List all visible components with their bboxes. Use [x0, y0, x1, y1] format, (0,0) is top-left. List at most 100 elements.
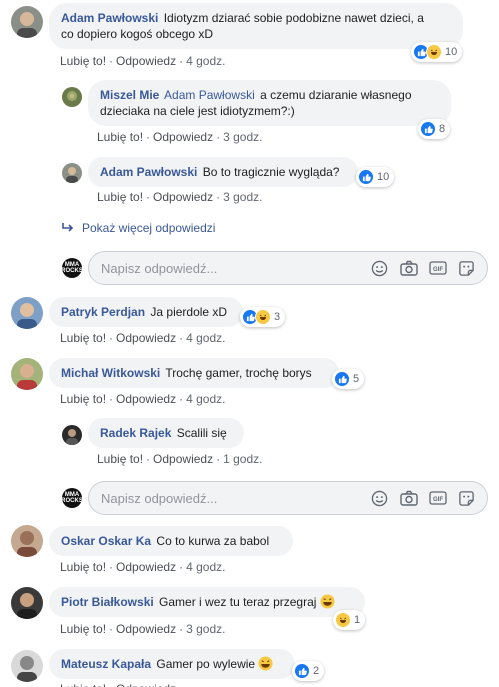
like-button[interactable]: Lubię to! [97, 130, 143, 144]
avatar[interactable] [62, 87, 82, 107]
reaction-summary[interactable]: 10 [356, 167, 395, 187]
comment-text: Scalili się [176, 426, 227, 440]
like-reaction-icon [420, 121, 436, 137]
sticker-icon[interactable] [456, 258, 477, 279]
avatar[interactable] [11, 6, 43, 38]
mention-link[interactable]: Adam Pawłowski [164, 88, 255, 102]
emoji-icon[interactable] [369, 488, 390, 509]
timestamp[interactable]: 4 godz. [186, 331, 225, 345]
reply-button[interactable]: Odpowiedz [116, 331, 176, 345]
comment-author[interactable]: Patryk Perdjan [61, 305, 145, 319]
comment-actions: Lubię to! · Odpowiedz · 3 godz. [97, 130, 263, 144]
comment-actions: Lubię to! · Odpowiedz · 4 godz. [60, 331, 226, 345]
like-button[interactable]: Lubię to! [60, 560, 106, 574]
avatar[interactable] [11, 650, 43, 682]
comment-text: Ja pierdole xD [150, 305, 228, 319]
reply-button[interactable]: Odpowiedz [153, 130, 213, 144]
grinning-emoji-icon [320, 594, 335, 613]
reaction-count: 2 [313, 665, 320, 677]
mma-rocks-logo: MMA ROCKS [61, 258, 83, 278]
like-button[interactable]: Lubię to! [60, 682, 106, 687]
timestamp[interactable]: 3 godz. [223, 190, 262, 204]
avatar[interactable] [11, 525, 43, 557]
timestamp[interactable]: 4 godz. [186, 392, 225, 406]
reply-button[interactable]: Odpowiedz [116, 622, 176, 636]
comment-author[interactable]: Michał Witkowski [61, 366, 160, 380]
comment-text: Gamer po wylewie [156, 657, 256, 671]
haha-reaction-icon [335, 612, 351, 628]
comment-author[interactable]: Oskar Oskar Ka [61, 534, 151, 548]
comment-actions: Lubię to! · Odpowiedz · 4 godz. [60, 54, 226, 68]
comment-actions: Lubię to! · Odpowiedz · 4 godz. [60, 560, 226, 574]
comment-author[interactable]: Adam Pawłowski [100, 165, 197, 179]
reply-button[interactable]: Odpowiedz [116, 560, 176, 574]
emoji-icon[interactable] [369, 258, 390, 279]
avatar[interactable] [11, 297, 43, 329]
comment-bubble: Adam Pawłowski Idiotyzm dziarać sobie po… [49, 3, 463, 49]
reaction-count: 5 [353, 373, 360, 385]
timestamp[interactable]: 3 godz. [186, 622, 225, 636]
show-more-replies-link[interactable]: Pokaż więcej odpowiedzi [62, 221, 215, 235]
avatar[interactable] [62, 425, 82, 445]
comment-author[interactable]: Mateusz Kapała [61, 657, 151, 671]
reaction-summary[interactable]: 5 [332, 369, 365, 389]
avatar[interactable] [11, 358, 43, 390]
timestamp[interactable]: 4 godz. [186, 54, 225, 68]
comment-author[interactable]: Adam Pawłowski [61, 11, 158, 25]
comment-text: a czemu dziaranie własnego [260, 88, 412, 102]
comment-actions: Lubię to! · Odpowiedz · 3 godz. [97, 190, 263, 204]
reply-button[interactable]: Odpowiedz [153, 190, 213, 204]
comment-text: dzieciaka na ciele jest idiotyzmem?:) [100, 104, 295, 118]
comment-text: Trochę gamer, trochę borys [165, 366, 312, 380]
comment-actions: Lubię to! · Odpowiedz · 3 godz. [60, 622, 226, 636]
reply-button[interactable]: Odpowiedz [116, 682, 176, 687]
like-button[interactable]: Lubię to! [97, 452, 143, 466]
like-button[interactable]: Lubię to! [60, 622, 106, 636]
haha-reaction-icon [255, 309, 271, 325]
comment-actions: Lubię to! · Odpowiedz · 4 godz. [60, 392, 226, 406]
reply-button[interactable]: Odpowiedz [116, 54, 176, 68]
reaction-count: 3 [274, 311, 281, 323]
avatar[interactable] [62, 163, 82, 183]
comment-bubble: Oskar Oskar Ka Co to kurwa za babol [49, 526, 293, 556]
comment-author[interactable]: Piotr Białkowski [61, 595, 154, 609]
gif-icon[interactable]: GIF [427, 258, 448, 279]
like-reaction-icon [294, 663, 310, 679]
gif-icon[interactable]: GIF [427, 488, 448, 509]
reaction-summary[interactable]: 10 [411, 42, 463, 62]
timestamp[interactable]: 3 godz. [223, 130, 262, 144]
grinning-emoji-icon [258, 656, 273, 675]
like-button[interactable]: Lubię to! [60, 54, 106, 68]
reply-button[interactable]: Odpowiedz [116, 392, 176, 406]
like-button[interactable]: Lubię to! [60, 392, 106, 406]
comment-bubble: Patryk Perdjan Ja pierdole xD [49, 297, 243, 327]
like-button[interactable]: Lubię to! [60, 331, 106, 345]
reaction-summary[interactable]: 2 [292, 661, 325, 681]
timestamp[interactable]: 4 godz. [186, 560, 225, 574]
reply-input[interactable]: Napisz odpowiedź... GIF [88, 481, 488, 515]
like-button[interactable]: Lubię to! [97, 190, 143, 204]
comment-bubble: Piotr Białkowski Gamer i wez tu teraz pr… [49, 587, 365, 617]
comment-text: Bo to tragicznie wygląda? [202, 165, 340, 179]
mma-rocks-logo: MMA ROCKS [61, 488, 83, 508]
reply-placeholder: Napisz odpowiedź... [101, 490, 218, 506]
reaction-count: 1 [354, 614, 361, 626]
like-reaction-icon [334, 371, 350, 387]
reply-input[interactable]: Napisz odpowiedź... GIF [88, 251, 488, 285]
timestamp[interactable]: 1 godz. [223, 452, 262, 466]
comment-text: Gamer i wez tu teraz przegraj [159, 595, 317, 609]
reaction-summary[interactable]: 3 [240, 307, 286, 327]
reaction-count: 10 [445, 46, 458, 58]
comment-author[interactable]: Miszel Mie [100, 88, 159, 102]
reaction-summary[interactable]: 1 [333, 610, 366, 630]
reply-button[interactable]: Odpowiedz [153, 452, 213, 466]
svg-text:GIF: GIF [433, 497, 443, 503]
sticker-icon[interactable] [456, 488, 477, 509]
comment-author[interactable]: Radek Rajek [100, 426, 171, 440]
avatar[interactable] [11, 587, 43, 619]
reaction-summary[interactable]: 8 [418, 119, 451, 139]
camera-icon[interactable] [398, 488, 419, 509]
reaction-count: 8 [439, 123, 446, 135]
reaction-count: 10 [377, 171, 390, 183]
camera-icon[interactable] [398, 258, 419, 279]
